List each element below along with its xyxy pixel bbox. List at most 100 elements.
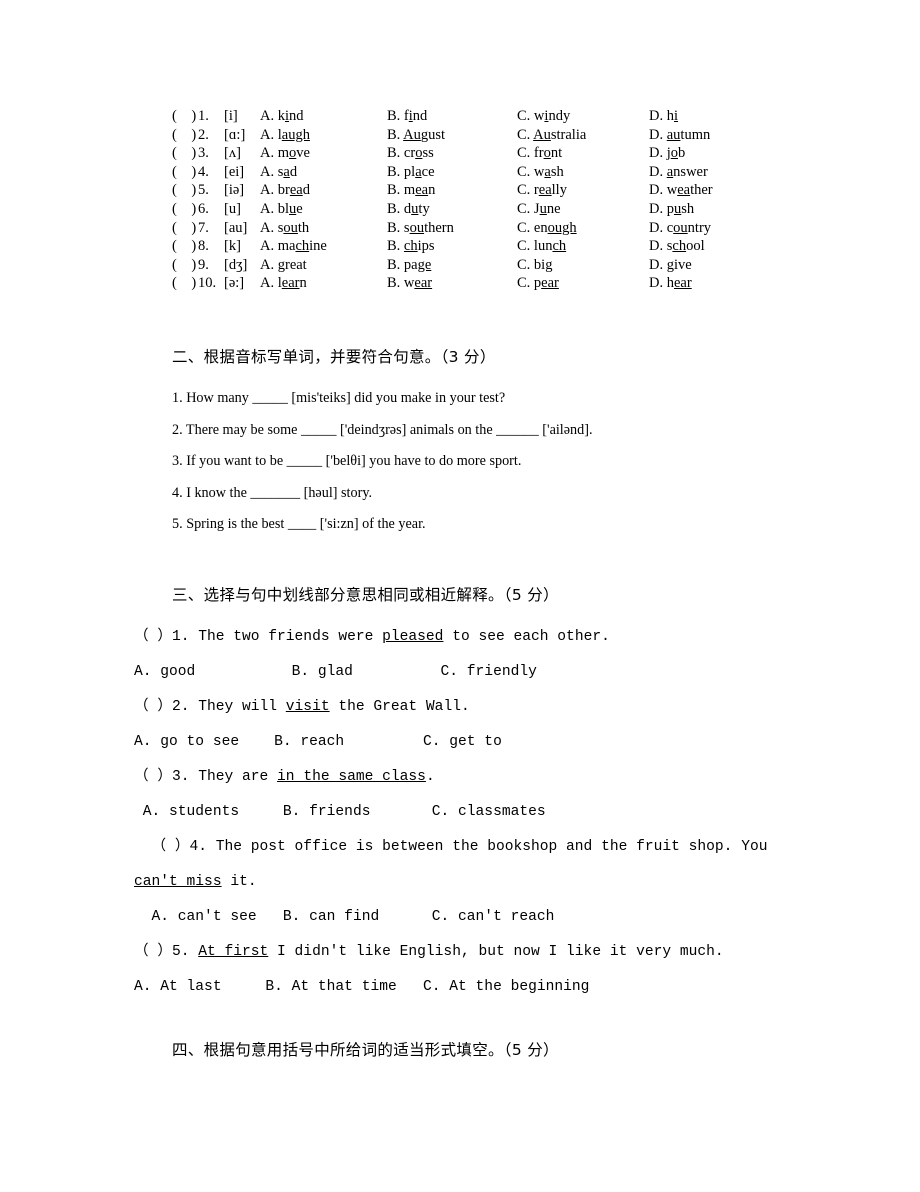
- option-c[interactable]: C. windy: [517, 107, 649, 126]
- underlined-letters: g: [545, 256, 553, 273]
- option-c[interactable]: C. front: [517, 144, 649, 163]
- underlined-letters: Au: [533, 126, 551, 143]
- phonetic-symbol: [ei]: [224, 163, 245, 180]
- option-c[interactable]: C. Australia: [517, 126, 649, 145]
- option-a[interactable]: A. machine: [260, 237, 387, 256]
- synonym-question-stem[interactable]: （ ）5. At first I didn't like English, bu…: [134, 935, 834, 970]
- option-d[interactable]: D. hear: [649, 274, 769, 293]
- answer-bracket[interactable]: ( ): [172, 200, 198, 219]
- phonetic-row: ( ) 4. [ei] A. sad B. place C. wash D. answer: [172, 163, 812, 182]
- underlined-phrase: pleased: [382, 629, 444, 645]
- answer-bracket[interactable]: ( ): [172, 256, 198, 275]
- phonetic-row: ( ) 5. [iə] A. bread B. mean C. really D. weat…: [172, 181, 812, 200]
- synonym-question-stem[interactable]: （ ）4. The post office is between the boo…: [134, 830, 834, 900]
- synonym-options[interactable]: A. good B. glad C. friendly: [134, 655, 834, 690]
- option-a[interactable]: A. kind: [260, 107, 387, 126]
- question-number: 5.: [198, 182, 209, 199]
- option-a[interactable]: A. great: [260, 256, 387, 275]
- option-d[interactable]: D. school: [649, 237, 769, 256]
- option-c[interactable]: C. really: [517, 181, 649, 200]
- option-d[interactable]: D. push: [649, 200, 769, 219]
- option-c[interactable]: C. wash: [517, 163, 649, 182]
- synonym-options[interactable]: A. At last B. At that time C. At the beg…: [134, 970, 834, 1005]
- synonym-options[interactable]: A. can't see B. can find C. can't reach: [134, 900, 834, 935]
- option-b[interactable]: B. wear: [387, 274, 517, 293]
- option-d[interactable]: D. job: [649, 144, 769, 163]
- answer-bracket[interactable]: ( ): [172, 107, 198, 126]
- phonetic-symbol: [ə:]: [224, 275, 245, 292]
- option-a[interactable]: A. move: [260, 144, 387, 163]
- option-d[interactable]: D. autumn: [649, 126, 769, 145]
- option-a[interactable]: A. bread: [260, 181, 387, 200]
- underlined-letters: a: [544, 163, 551, 180]
- phonetic-row: ( ) 3. [ʌ] A. move B. cross C. front D. job: [172, 144, 812, 163]
- answer-bracket[interactable]: ( ): [172, 144, 198, 163]
- underlined-letters: ear: [281, 275, 300, 292]
- underlined-letters: ou: [673, 219, 688, 236]
- underlined-letters: ea: [677, 182, 691, 199]
- option-d[interactable]: D. hi: [649, 107, 769, 126]
- option-c[interactable]: C. enough: [517, 219, 649, 238]
- underlined-letters: ge: [417, 256, 432, 273]
- option-b[interactable]: B. duty: [387, 200, 517, 219]
- answer-bracket[interactable]: ( ): [172, 219, 198, 238]
- answer-bracket[interactable]: ( ): [172, 181, 198, 200]
- option-c[interactable]: C. lunch: [517, 237, 649, 256]
- question-number: 4.: [198, 163, 209, 180]
- answer-bracket[interactable]: ( ): [172, 237, 198, 256]
- option-b[interactable]: B. southern: [387, 219, 517, 238]
- fill-in-question[interactable]: 1. How many _____ [mis'teiks] did you ma…: [172, 383, 852, 415]
- option-b[interactable]: B. mean: [387, 181, 517, 200]
- section-two-heading: 二、根据音标写单词，并要符合句意。（3 分）: [172, 348, 496, 366]
- option-a[interactable]: A. laugh: [260, 126, 387, 145]
- synonym-options[interactable]: A. students B. friends C. classmates: [134, 795, 834, 830]
- underlined-phrase: visit: [285, 699, 330, 715]
- section-three-heading: 三、选择与句中划线部分意思相同或相近解释。（5 分）: [172, 586, 559, 604]
- underlined-letters: ch: [552, 238, 567, 255]
- fill-in-question[interactable]: 3. If you want to be _____ ['belθi] you …: [172, 446, 852, 478]
- option-b[interactable]: B. find: [387, 107, 517, 126]
- option-b[interactable]: B. place: [387, 163, 517, 182]
- answer-bracket[interactable]: ( ): [172, 126, 198, 145]
- option-b[interactable]: B. cross: [387, 144, 517, 163]
- option-a[interactable]: A. learn: [260, 274, 387, 293]
- option-a[interactable]: A. sad: [260, 163, 387, 182]
- answer-bracket[interactable]: ( ): [172, 163, 198, 182]
- phonetic-row: ( ) 9. [dʒ] A. great B. page C. big D. give: [172, 256, 812, 275]
- underlined-letters: ea: [289, 182, 303, 199]
- fill-in-question[interactable]: 2. There may be some _____ ['deindʒrəs] …: [172, 415, 852, 447]
- phonetic-symbol: [au]: [224, 219, 248, 236]
- phonetic-row: ( ) 8. [k] A. machine B. chips C. lunch D. sch…: [172, 237, 812, 256]
- option-b[interactable]: B. chips: [387, 237, 517, 256]
- phonetic-symbol: [ʌ]: [224, 145, 241, 162]
- option-d[interactable]: D. answer: [649, 163, 769, 182]
- underlined-letters: u: [289, 200, 297, 217]
- synonym-options[interactable]: A. go to see B. reach C. get to: [134, 725, 834, 760]
- phonetic-symbol: [k]: [224, 238, 241, 255]
- option-c[interactable]: C. pear: [517, 274, 649, 293]
- synonym-question-stem[interactable]: （ ）2. They will visit the Great Wall.: [134, 690, 834, 725]
- underlined-letters: ch: [295, 238, 310, 255]
- question-number: 9.: [198, 256, 209, 273]
- fill-in-question[interactable]: 5. Spring is the best ____ ['si:zn] of t…: [172, 509, 852, 541]
- underlined-letters: ea: [538, 182, 552, 199]
- option-c[interactable]: C. big: [517, 256, 649, 275]
- underlined-letters: ough: [547, 219, 577, 236]
- underlined-letters: au: [666, 126, 681, 143]
- underlined-letters: u: [411, 200, 419, 217]
- option-a[interactable]: A. south: [260, 219, 387, 238]
- phonetic-row: ( ) 10. [ə:] A. learn B. wear C. pear D. hear: [172, 274, 812, 293]
- option-b[interactable]: B. page: [387, 256, 517, 275]
- option-d[interactable]: D. weather: [649, 181, 769, 200]
- option-a[interactable]: A. blue: [260, 200, 387, 219]
- synonym-question-stem[interactable]: （ ）3. They are in the same class.: [134, 760, 834, 795]
- question-number: 6.: [198, 200, 209, 217]
- synonym-question-stem[interactable]: （ ）1. The two friends were pleased to se…: [134, 620, 834, 655]
- underlined-letters: u: [539, 200, 547, 217]
- option-c[interactable]: C. June: [517, 200, 649, 219]
- answer-bracket[interactable]: ( ): [172, 274, 198, 293]
- fill-in-question[interactable]: 4. I know the _______ [həul] story.: [172, 478, 852, 510]
- option-d[interactable]: D. give: [649, 256, 769, 275]
- option-d[interactable]: D. country: [649, 219, 769, 238]
- option-b[interactable]: B. August: [387, 126, 517, 145]
